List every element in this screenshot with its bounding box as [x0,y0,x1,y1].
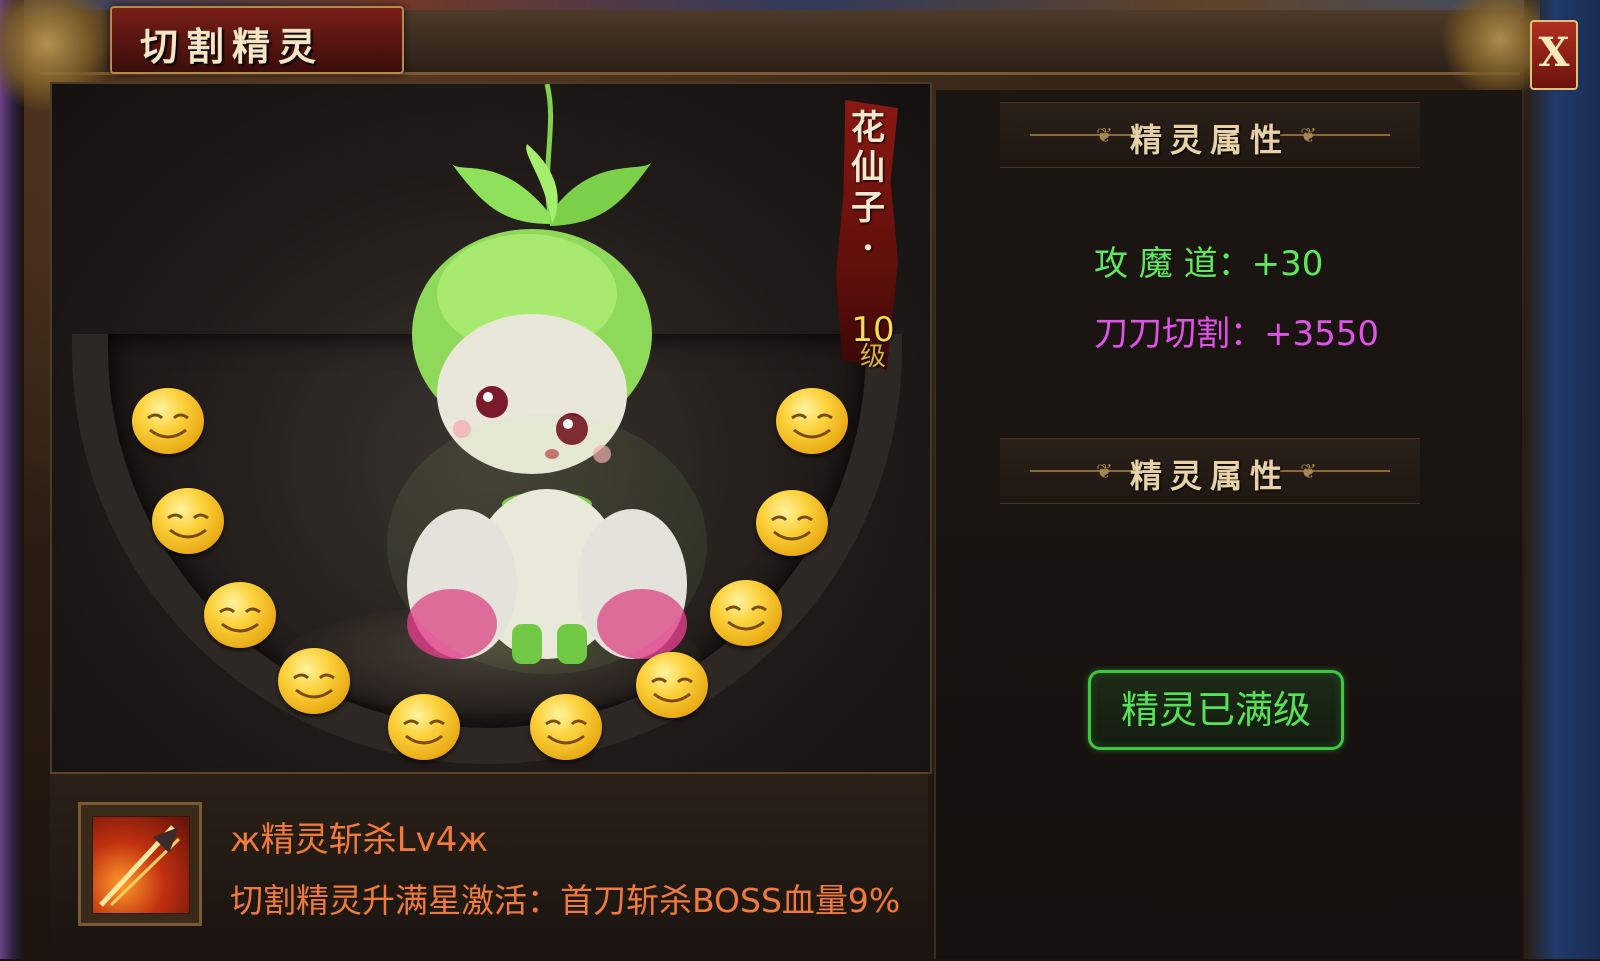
star-smiley-icon [388,694,460,760]
close-button[interactable]: X [1530,20,1578,90]
attribute-section-title: 精灵属性 [1129,457,1290,495]
spirit-name-char: 仙 [851,148,885,188]
spirit-name-char: 子 [851,188,885,228]
attribute-value: +3550 [1264,314,1380,354]
attribute-label: 攻 魔 道： [1094,244,1252,284]
skill-name: ж精灵斩杀Lv4ж [230,820,488,860]
attribute-value: +30 [1251,244,1324,284]
skill-description: 切割精灵升满星激活：首刀斩杀BOSS血量9% [230,881,901,920]
spirit-level-unit: 级 [859,342,886,372]
spirit-name-char: 花 [851,108,885,148]
attribute-panel [934,90,1522,959]
window-title: 切割精灵 [140,24,325,69]
attribute-label: 刀刀切割： [1094,314,1264,354]
star-smiley-icon [204,582,276,648]
attribute-row: 刀刀切割：+3550 [1094,306,1379,355]
star-smiley-icon [756,490,828,556]
ornament-right-icon: ❦ [1300,459,1317,483]
star-smiley-icon [636,652,708,718]
slash-skill-icon[interactable] [92,816,190,914]
flower-fairy-sprite [387,84,707,674]
star-smiley-icon [776,388,848,454]
background-left-edge [0,0,24,959]
spirit-name-char: · [862,228,874,268]
star-smiley-icon [530,694,602,760]
background-right-edge [1524,0,1600,959]
ornament-right-icon: ❦ [1300,123,1317,147]
attribute-section-title: 精灵属性 [1129,121,1290,159]
attribute-row: 攻 魔 道：+30 [1094,236,1323,285]
attribute-section-header-1: ❦ 精灵属性 ❦ [1000,102,1420,168]
star-smiley-icon [132,388,204,454]
star-smiley-icon [152,488,224,554]
attribute-section-header-2: ❦ 精灵属性 ❦ [1000,438,1420,504]
spirit-name: 花 仙 子 · [848,108,888,268]
star-smiley-icon [278,648,350,714]
max-level-button[interactable]: 精灵已满级 [1088,670,1344,750]
star-smiley-icon [710,580,782,646]
dragon-ornament-right-icon [1440,0,1540,100]
